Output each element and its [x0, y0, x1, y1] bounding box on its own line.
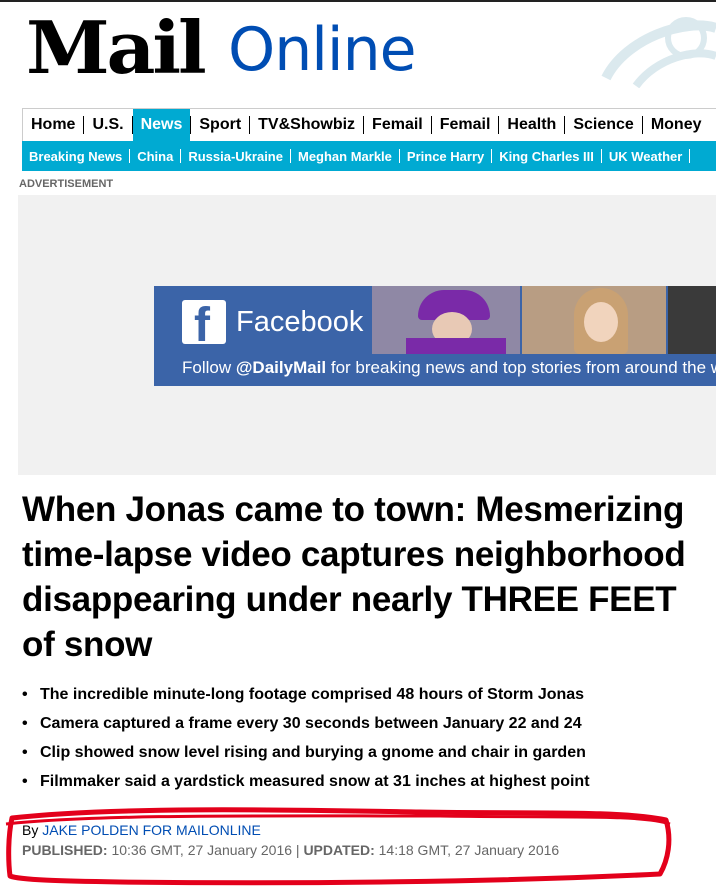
nav-item-sport[interactable]: Sport [191, 109, 249, 141]
byline: By JAKE POLDEN FOR MAILONLINE [22, 822, 261, 838]
summary-bullet: Clip showed snow level rising and buryin… [22, 738, 712, 767]
nav-item-femail[interactable]: Femail [432, 109, 499, 141]
subnav-item-uk-weather[interactable]: UK Weather [602, 149, 689, 164]
nav-item-money[interactable]: Money [643, 109, 710, 141]
masthead[interactable]: Mail Online [18, 8, 716, 88]
banner-photo-third [668, 286, 716, 354]
logo-mail[interactable]: Mail [26, 12, 207, 84]
nav-item-femail[interactable]: Femail [364, 109, 431, 141]
article-headline: When Jonas came to town: Mesmerizing tim… [22, 490, 686, 664]
published-label: PUBLISHED: [22, 842, 108, 858]
subnav-item-king-charles-iii[interactable]: King Charles III [492, 149, 601, 164]
nav-item-tv-showbiz[interactable]: TV&Showbiz [250, 109, 363, 141]
nav-item-u-s-[interactable]: U.S. [84, 109, 131, 141]
published-time: 10:36 GMT, 27 January 2016 [107, 842, 293, 858]
summary-bullet: The incredible minute-long footage compr… [22, 680, 712, 709]
summary-bullet: Camera captured a frame every 30 seconds… [22, 709, 712, 738]
decorative-swirl-icon [601, 17, 716, 88]
subnav-item-russia-ukraine[interactable]: Russia-Ukraine [181, 149, 290, 164]
banner-photo-woman [522, 286, 666, 354]
summary-bullet: Filmmaker said a yardstick measured snow… [22, 767, 712, 796]
logo-online[interactable]: Online [228, 18, 417, 82]
facebook-logo-icon: f [182, 299, 226, 352]
facebook-title: Facebook [236, 306, 364, 338]
author-link[interactable]: JAKE POLDEN FOR MAILONLINE [42, 822, 261, 838]
subnav-item-china[interactable]: China [130, 149, 180, 164]
advertisement-label: ADVERTISEMENT [19, 178, 114, 190]
nav-separator [689, 149, 691, 163]
banner-photo-queen [372, 286, 520, 354]
article-summary-bullets: The incredible minute-long footage compr… [22, 680, 712, 796]
facebook-follow-text: Follow @DailyMail for breaking news and … [182, 358, 716, 377]
subnav-item-prince-harry[interactable]: Prince Harry [400, 149, 491, 164]
subnav-item-breaking-news[interactable]: Breaking News [22, 149, 129, 164]
publish-info: PUBLISHED: 10:36 GMT, 27 January 2016 | … [22, 842, 560, 858]
subnav-item-meghan-markle[interactable]: Meghan Markle [291, 149, 399, 164]
nav-item-news[interactable]: News [132, 109, 191, 141]
updated-time: 14:18 GMT, 27 January 2016 [374, 842, 560, 858]
top-border [0, 0, 716, 2]
updated-label: UPDATED: [303, 842, 375, 858]
primary-nav: Home U.S. News Sport TV&Showbiz Femail Femail H… [22, 108, 716, 141]
nav-item-science[interactable]: Science [565, 109, 641, 141]
secondary-nav: Breaking News China Russia-Ukraine Meghan M… [22, 141, 716, 171]
facebook-follow-banner[interactable]: f Facebook Follow @DailyMail for breakin… [154, 286, 716, 386]
nav-item-health[interactable]: Health [499, 109, 564, 141]
nav-item-home[interactable]: Home [23, 109, 83, 141]
